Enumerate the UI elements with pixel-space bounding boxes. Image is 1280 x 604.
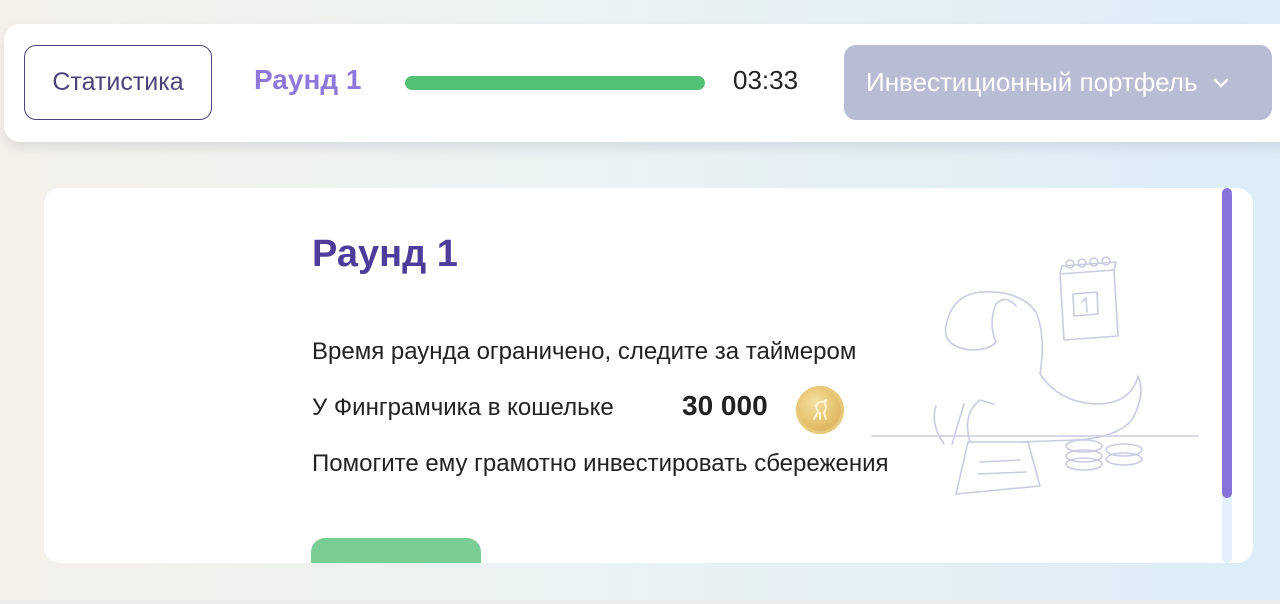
start-round-button[interactable] — [311, 538, 481, 563]
coin-icon — [796, 386, 844, 434]
top-bar: Статистика Раунд 1 03:33 Инвестиционный … — [4, 24, 1280, 142]
bottom-divider — [0, 600, 1280, 604]
chevron-down-icon — [1213, 78, 1228, 87]
round-label: Раунд 1 — [254, 64, 362, 95]
round-progress-fill — [405, 76, 705, 90]
round-intro-card: Раунд 1 Время раунда ограничено, следите… — [44, 188, 1253, 563]
card-title: Раунд 1 — [312, 233, 458, 275]
statistics-button[interactable]: Статистика — [24, 45, 212, 120]
invest-hint-text: Помогите ему грамотно инвестировать сбер… — [312, 450, 889, 477]
round-progress-bar — [405, 76, 705, 90]
timer-notice-text: Время раунда ограничено, следите за тайм… — [312, 338, 857, 365]
investment-portfolio-dropdown[interactable]: Инвестиционный портфель — [844, 45, 1272, 120]
card-scrollbar-thumb[interactable] — [1222, 188, 1232, 498]
dino-calendar-illustration — [871, 256, 1199, 495]
round-timer: 03:33 — [733, 65, 799, 95]
portfolio-label: Инвестиционный портфель — [866, 67, 1198, 97]
card-scrollbar[interactable] — [1222, 188, 1232, 563]
wallet-amount: 30 000 — [682, 390, 768, 421]
wallet-text: У Финграмчика в кошельке — [312, 394, 614, 421]
